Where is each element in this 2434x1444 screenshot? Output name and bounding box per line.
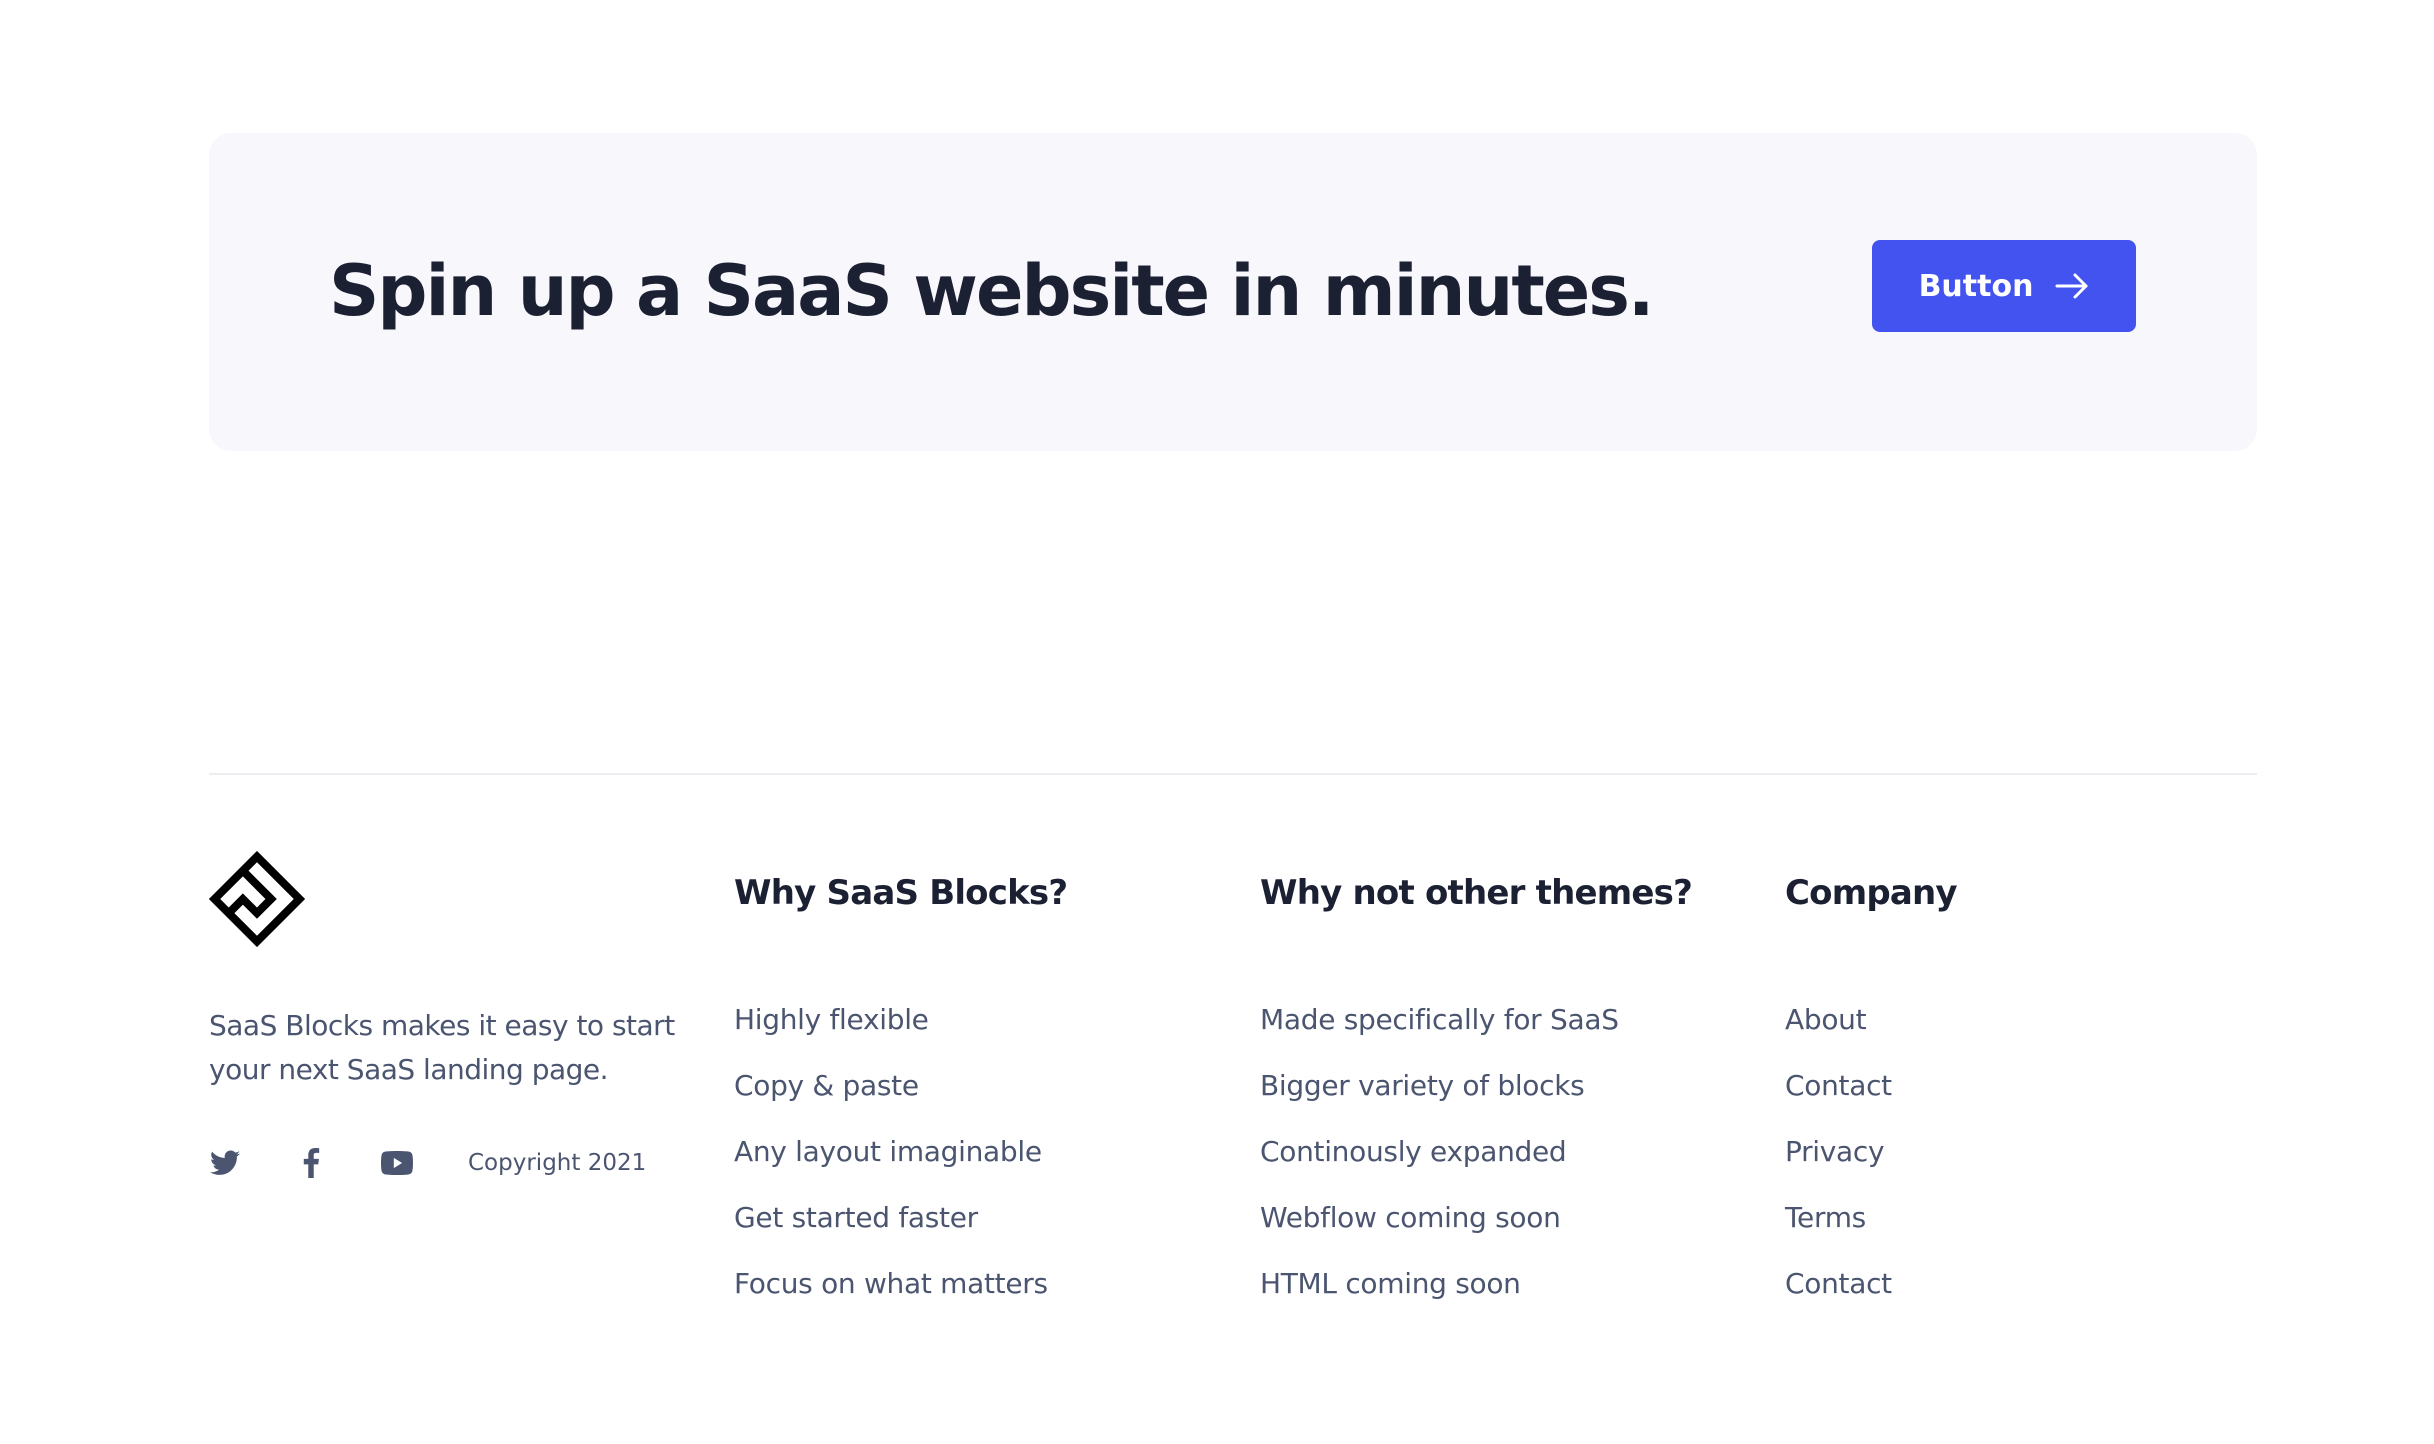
footer-column-why-saas-blocks: Why SaaS Blocks? Highly flexible Copy & … <box>734 869 1068 1300</box>
facebook-icon <box>303 1148 320 1178</box>
footer-link[interactable]: Copy & paste <box>734 1069 919 1102</box>
footer-link[interactable]: Made specifically for SaaS <box>1260 1003 1619 1036</box>
social-links: Copyright 2021 <box>209 1145 646 1181</box>
footer-link-list: Made specifically for SaaS Bigger variet… <box>1260 987 1619 1317</box>
saas-blocks-logo[interactable] <box>209 851 305 947</box>
footer-link[interactable]: Privacy <box>1785 1135 1885 1168</box>
twitter-icon <box>210 1150 240 1175</box>
arrow-right-icon <box>2055 273 2088 299</box>
footer-link[interactable]: Webflow coming soon <box>1260 1201 1561 1234</box>
footer-link[interactable]: Contact <box>1785 1267 1892 1300</box>
footer-link[interactable]: Get started faster <box>734 1201 978 1234</box>
footer-divider <box>209 773 2257 775</box>
footer-column-title: Why not other themes? <box>1260 873 1693 913</box>
footer-column-why-not-other-themes: Why not other themes? Made specifically … <box>1260 869 1693 1300</box>
cta-title: Spin up a SaaS website in minutes. <box>329 250 1655 332</box>
footer-link-list: Highly flexible Copy & paste Any layout … <box>734 987 1048 1317</box>
footer-link[interactable]: Highly flexible <box>734 1003 929 1036</box>
footer-link[interactable]: Bigger variety of blocks <box>1260 1069 1585 1102</box>
cta-button-label: Button <box>1918 268 2034 304</box>
facebook-link[interactable] <box>295 1147 327 1179</box>
footer-link[interactable]: Contact <box>1785 1069 1892 1102</box>
footer-column-title: Company <box>1785 873 1958 913</box>
footer-link[interactable]: HTML coming soon <box>1260 1267 1521 1300</box>
footer-link-list: About Contact Privacy Terms Contact <box>1785 987 1892 1317</box>
footer-link[interactable]: Any layout imaginable <box>734 1135 1042 1168</box>
youtube-link[interactable] <box>381 1147 413 1179</box>
twitter-link[interactable] <box>209 1147 241 1179</box>
cta-button[interactable]: Button <box>1872 240 2136 332</box>
footer-link[interactable]: About <box>1785 1003 1867 1036</box>
footer-column-title: Why SaaS Blocks? <box>734 873 1068 913</box>
youtube-icon <box>381 1151 413 1175</box>
footer-link[interactable]: Terms <box>1785 1201 1866 1234</box>
page: Spin up a SaaS website in minutes. Butto… <box>0 0 2434 1444</box>
footer-link[interactable]: Focus on what matters <box>734 1267 1048 1300</box>
copyright-text: Copyright 2021 <box>468 1150 647 1176</box>
brand-description: SaaS Blocks makes it easy to start your … <box>209 1009 675 1086</box>
footer-column-company: Company About Contact Privacy Terms Cont… <box>1785 869 1958 1300</box>
cta-banner: Spin up a SaaS website in minutes. Butto… <box>209 133 2257 451</box>
footer-link[interactable]: Continously expanded <box>1260 1135 1567 1168</box>
